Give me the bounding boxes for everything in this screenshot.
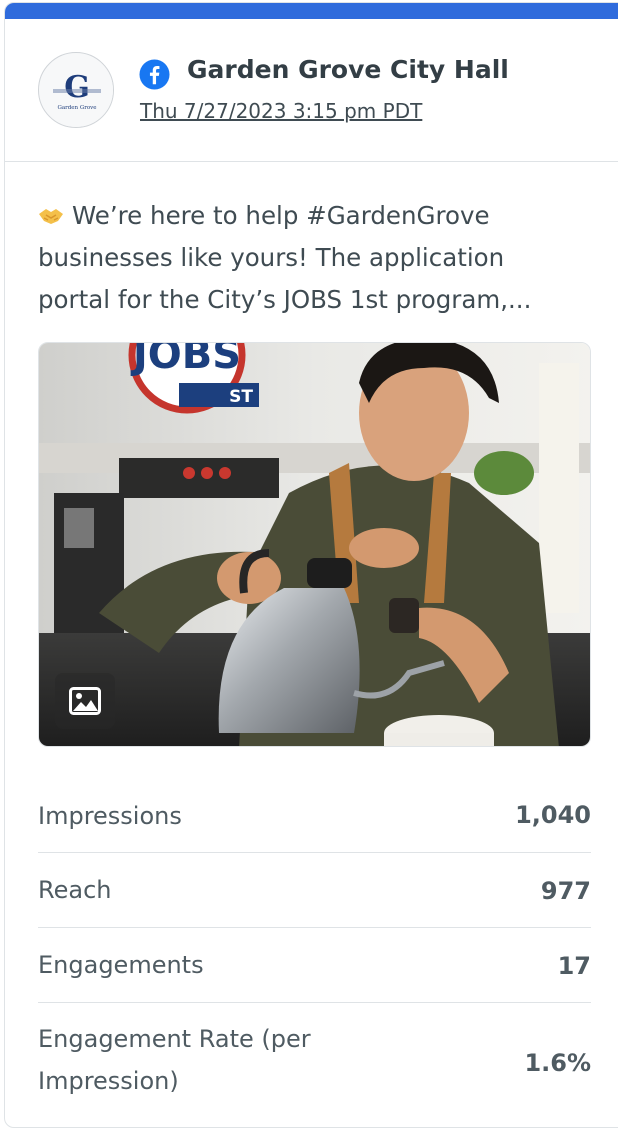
avatar-logo-caption: Garden Grove <box>57 105 96 111</box>
post-header: G Garden Grove Garden Grove City Hall Th… <box>5 19 618 162</box>
post-timestamp-link[interactable]: Thu 7/27/2023 3:15 pm PDT <box>140 99 422 123</box>
image-type-badge <box>55 673 115 729</box>
post-text: We’re here to help #GardenGrove business… <box>38 195 598 321</box>
metric-row-reach: Reach 977 <box>38 853 591 928</box>
metric-row-engagement-rate: Engagement Rate (per Impression) 1.6% <box>38 1003 591 1123</box>
image-logo-sub: ST <box>229 387 253 407</box>
metric-label: Reach <box>38 876 112 904</box>
metric-value: 977 <box>540 877 591 905</box>
post-card[interactable]: G Garden Grove Garden Grove City Hall Th… <box>4 2 618 1128</box>
metric-label: Engagement Rate (per Impression) <box>38 1025 311 1095</box>
facebook-icon <box>139 59 170 90</box>
metric-label: Engagements <box>38 951 204 979</box>
post-text-line: portal for the City’s JOBS 1st program,.… <box>38 285 532 314</box>
image-icon <box>69 687 101 715</box>
image-logo-text: JOBS <box>130 343 241 378</box>
card-accent-bar <box>5 3 618 19</box>
metric-label: Impressions <box>38 802 182 830</box>
post-text-line: businesses like yours! The application <box>38 243 505 272</box>
post-image[interactable]: JOBS ST <box>38 342 591 747</box>
handshake-emoji-icon <box>39 209 63 224</box>
metric-row-engagements: Engagements 17 <box>38 928 591 1003</box>
metric-value: 1.6% <box>524 1049 591 1077</box>
metrics-table: Impressions 1,040 Reach 977 Engagements … <box>38 777 591 1123</box>
avatar-logo-letter: G <box>64 70 90 105</box>
page-avatar[interactable]: G Garden Grove <box>38 52 114 128</box>
metric-row-impressions: Impressions 1,040 <box>38 777 591 853</box>
page-name[interactable]: Garden Grove City Hall <box>187 55 509 84</box>
post-text-line: We’re here to help #GardenGrove <box>38 195 598 237</box>
metric-value: 17 <box>557 952 591 980</box>
metric-value: 1,040 <box>515 801 591 829</box>
